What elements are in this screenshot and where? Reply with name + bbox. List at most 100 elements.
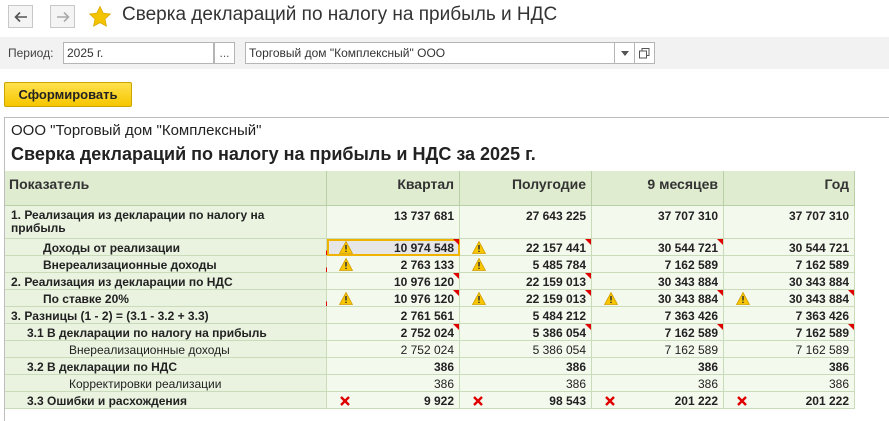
value-cell[interactable]: 386 [327,358,460,375]
cell-value: 386 [433,377,454,391]
value-cell[interactable]: 22 157 441 [460,239,592,256]
value-cell[interactable]: 7 162 589 [724,256,855,273]
value-cell[interactable]: 2 752 024 [327,341,460,358]
indicator-cell[interactable]: 1. Реализация из декларации по налогу на… [5,206,327,239]
column-header-indicator: Показатель [5,171,327,206]
cell-value: 98 543 [549,394,586,408]
value-cell[interactable]: 386 [724,375,855,392]
value-cell[interactable]: 5 386 054 [460,324,592,341]
generate-button[interactable]: Сформировать [4,82,132,107]
value-cell[interactable]: 22 159 013 [460,273,592,290]
value-cell[interactable]: 386 [724,358,855,375]
value-cell[interactable]: 2 752 024 [327,324,460,341]
cell-value: 2 763 133 [400,258,454,272]
forward-button[interactable] [50,5,75,28]
value-cell[interactable]: 30 544 721 [592,239,724,256]
organization-input[interactable]: Торговый дом "Комплексный" ООО [245,42,615,64]
value-cell[interactable]: 5 386 054 [460,341,592,358]
cell-value: 30 343 884 [788,275,849,289]
report-area: ООО "Торговый дом "Комплексный" Сверка д… [4,117,889,421]
value-cell[interactable]: 10 976 120 [327,290,460,307]
value-cell[interactable]: 7 162 589 [592,256,724,273]
cell-value: 2 752 024 [400,326,454,340]
row-label: 2. Реализация из декларации по НДС [11,275,233,289]
cell-value: 386 [697,360,718,374]
flag-marker [453,290,459,296]
indicator-cell[interactable]: Доходы от реализации [5,239,331,256]
value-cell[interactable]: 27 643 225 [460,206,592,239]
cell-value: 7 162 589 [795,258,849,272]
cell-value: 2 752 024 [400,343,454,357]
value-cell[interactable]: 201 222 [592,392,724,409]
value-cell[interactable]: 386 [327,375,460,392]
value-cell[interactable]: 7 162 589 [724,341,855,358]
value-cell[interactable]: 7 363 426 [592,307,724,324]
flag-marker [585,273,591,279]
cell-value: 22 159 013 [525,275,586,289]
value-cell[interactable]: 7 162 589 [592,341,724,358]
error-x-icon [737,396,747,406]
organization-dropdown-button[interactable] [614,42,635,64]
arrow-right-icon [56,11,70,22]
cell-value: 7 162 589 [664,343,718,357]
indicator-cell[interactable]: 3.2 В декларации по НДС [5,358,327,375]
value-cell[interactable]: 386 [592,375,724,392]
value-cell[interactable]: 13 737 681 [327,206,460,239]
indicator-cell[interactable]: Корректировки реализации [5,375,327,392]
value-cell[interactable]: 2 761 561 [327,307,460,324]
indicator-cell[interactable]: Внереализационные доходы [5,341,327,358]
cell-value: 10 976 120 [393,275,454,289]
value-cell[interactable]: 201 222 [724,392,855,409]
value-cell[interactable]: 10 976 120 [327,273,460,290]
value-cell[interactable]: 30 343 884 [724,290,855,307]
value-cell[interactable]: 30 343 884 [592,273,724,290]
value-cell[interactable]: 5 484 212 [460,307,592,324]
flag-marker [453,324,459,330]
table-row: 3.2 В декларации по НДС 386 386 386 386 [5,358,855,375]
value-cell[interactable]: 37 707 310 [592,206,724,239]
organization-open-button[interactable] [634,42,655,64]
warning-icon [339,258,353,271]
value-cell[interactable]: 7 363 426 [724,307,855,324]
indicator-cell[interactable]: По ставке 20% [5,290,331,307]
period-input[interactable]: 2025 г. [63,42,214,64]
cell-value: 7 162 589 [664,326,718,340]
value-cell[interactable]: 30 343 884 [592,290,724,307]
warning-icon [339,292,353,305]
table-row: 3.1 В декларации по налогу на прибыль 2 7… [5,324,855,341]
value-cell[interactable]: 30 343 884 [724,273,855,290]
value-cell[interactable]: 10 974 548 [327,239,460,256]
cell-value: 22 157 441 [525,241,586,255]
title-bar: Сверка деклараций по налогу на прибыль и… [0,0,889,35]
warning-icon [472,241,486,254]
value-cell[interactable]: 7 162 589 [592,324,724,341]
indicator-cell[interactable]: Внереализационные доходы [5,256,331,273]
report-title: Сверка деклараций по налогу на прибыль и… [11,144,536,164]
error-x-icon [605,396,615,406]
value-cell[interactable]: 2 763 133 [327,256,460,273]
value-cell[interactable]: 22 159 013 [460,290,592,307]
back-button[interactable] [8,5,33,28]
cell-value: 30 343 884 [657,275,718,289]
warning-icon [736,292,750,305]
indicator-cell[interactable]: 2. Реализация из декларации по НДС [5,273,327,290]
cell-value: 386 [828,360,849,374]
value-cell[interactable]: 7 162 589 [724,324,855,341]
value-cell[interactable]: 30 544 721 [724,239,855,256]
cell-value: 386 [565,360,586,374]
indicator-cell[interactable]: 3.1 В декларации по налогу на прибыль [5,324,327,341]
value-cell[interactable]: 5 485 784 [460,256,592,273]
value-cell[interactable]: 386 [592,358,724,375]
indicator-cell[interactable]: 3.3 Ошибки и расхождения [5,392,327,409]
indicator-cell[interactable]: 3. Разницы (1 - 2) = (3.1 - 3.2 + 3.3) [5,307,327,324]
cell-value: 30 544 721 [657,241,718,255]
value-cell[interactable]: 98 543 [460,392,592,409]
value-cell[interactable]: 386 [460,358,592,375]
value-cell[interactable]: 386 [460,375,592,392]
arrow-left-icon [13,11,27,22]
value-cell[interactable]: 9 922 [327,392,460,409]
row-label: 3.3 Ошибки и расхождения [27,394,188,408]
value-cell[interactable]: 37 707 310 [724,206,855,239]
favorite-star-icon[interactable] [88,5,112,29]
period-select-button[interactable]: ... [214,42,235,64]
